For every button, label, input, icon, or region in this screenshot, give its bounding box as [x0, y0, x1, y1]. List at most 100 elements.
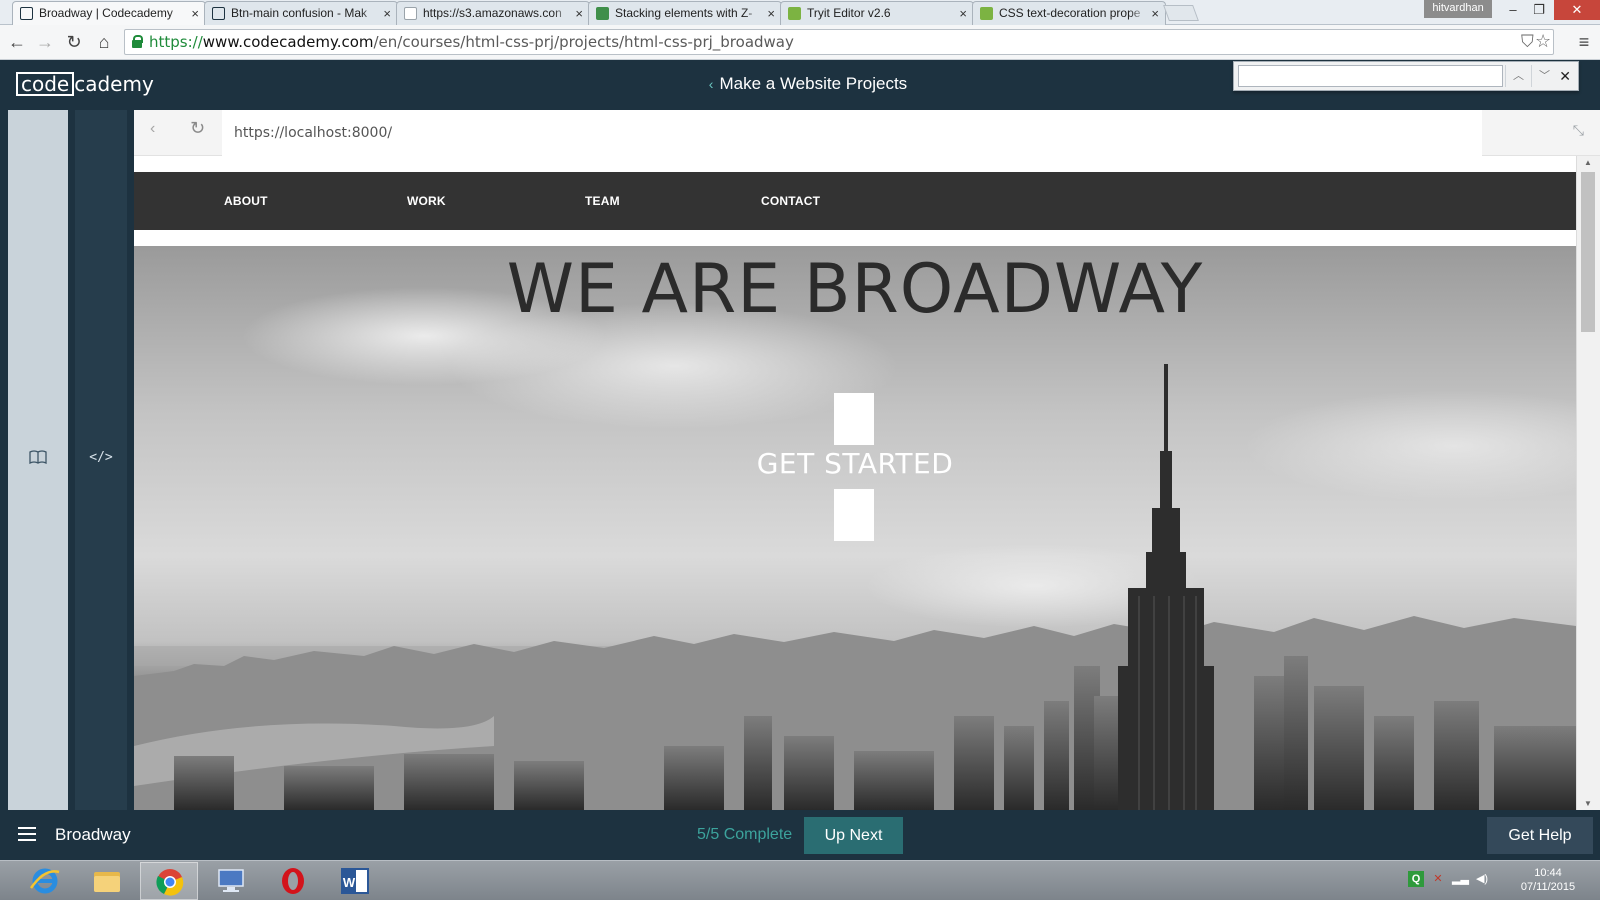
svg-text:W: W — [343, 875, 356, 890]
browser-tab-stacking[interactable]: Stacking elements with Z- × — [588, 1, 782, 25]
profile-name-badge[interactable]: hitvardhan — [1424, 0, 1492, 18]
folder-icon — [94, 872, 120, 892]
nav-link-about[interactable]: ABOUT — [224, 172, 268, 230]
hero-title: WE ARE BROADWAY — [506, 250, 1204, 329]
taskbar-internet-explorer[interactable] — [16, 862, 74, 900]
chrome-icon — [156, 869, 184, 896]
tab-title: https://s3.amazonaws.con — [423, 6, 562, 20]
w3schools-favicon-icon — [788, 7, 801, 20]
codecademy-favicon-icon — [212, 7, 225, 20]
code-editor-rail[interactable]: </> — [75, 110, 127, 810]
tab-title: Stacking elements with Z- — [615, 6, 753, 20]
shield-extension-icon[interactable]: ⛉ — [1521, 30, 1534, 54]
tab-title: Btn-main confusion - Mak — [231, 6, 368, 20]
quick-heal-icon[interactable]: Q — [1408, 871, 1424, 887]
reload-icon[interactable]: ↻ — [62, 29, 86, 55]
find-close-icon[interactable]: ✕ — [1559, 65, 1571, 87]
browser-tab-css-text-decoration[interactable]: CSS text-decoration prope × — [972, 1, 1166, 25]
preview-url-field[interactable]: https://localhost:8000/ — [222, 110, 1482, 156]
chrome-menu-icon[interactable]: ≡ — [1572, 29, 1596, 55]
new-tab-button[interactable] — [1163, 5, 1199, 21]
scroll-down-icon[interactable]: ▼ — [1584, 799, 1592, 808]
project-name: Broadway — [55, 825, 131, 844]
nav-link-contact[interactable]: CONTACT — [761, 172, 820, 230]
windows-taskbar: W Q ✕ ▂▃ ◀) 10:44 07/11/2015 — [0, 860, 1600, 900]
word-icon: W — [341, 868, 369, 894]
preview-reload-icon[interactable]: ↻ — [190, 118, 205, 139]
browser-toolbar: ← → ↻ ⌂ https://www.codecademy.com/en/co… — [0, 25, 1600, 60]
tab-close-icon[interactable]: × — [1151, 2, 1159, 25]
find-previous-icon[interactable]: ︿ — [1505, 65, 1531, 87]
find-input[interactable] — [1238, 65, 1503, 87]
internet-explorer-icon — [29, 868, 60, 894]
secure-lock-icon — [132, 35, 143, 48]
clock-time: 10:44 — [1534, 867, 1562, 879]
preview-toolbar: ‹ ↻ https://localhost:8000/ ⤡ — [134, 110, 1600, 156]
instructions-rail[interactable] — [8, 110, 68, 810]
tab-close-icon[interactable]: × — [767, 2, 775, 25]
scrollbar-thumb[interactable] — [1581, 172, 1595, 332]
menu-icon[interactable] — [18, 827, 36, 841]
forward-arrow-icon[interactable]: → — [33, 29, 57, 55]
tab-close-icon[interactable]: × — [959, 2, 967, 25]
tab-close-icon[interactable]: × — [383, 2, 391, 25]
page-favicon-icon — [404, 7, 417, 20]
tab-title: Broadway | Codecademy — [39, 6, 173, 20]
url-host: www.codecademy.com — [202, 33, 374, 51]
book-icon[interactable] — [8, 450, 68, 467]
url-path: /en/courses/html-css-prj/projects/html-c… — [373, 33, 794, 51]
tab-close-icon[interactable]: × — [575, 2, 583, 25]
window-close-icon[interactable]: ✕ — [1554, 0, 1600, 20]
network-error-icon[interactable]: ✕ — [1430, 871, 1446, 887]
get-help-button[interactable]: Get Help — [1487, 817, 1593, 854]
taskbar-remote-desktop[interactable] — [202, 862, 260, 900]
get-started-button[interactable]: GET STARTED — [134, 447, 1576, 480]
scroll-up-icon[interactable]: ▲ — [1584, 158, 1592, 167]
code-icon[interactable]: </> — [75, 450, 127, 465]
taskbar-opera[interactable] — [264, 862, 322, 900]
browser-tab-broadway[interactable]: Broadway | Codecademy × — [12, 1, 206, 25]
up-next-button[interactable]: Up Next — [804, 817, 903, 854]
cta-padding-block-bottom — [834, 489, 874, 541]
taskbar-file-explorer[interactable] — [78, 862, 136, 900]
volume-icon[interactable]: ◀) — [1474, 871, 1490, 887]
bookmark-star-icon[interactable]: ☆ — [1535, 30, 1551, 54]
taskbar-chrome[interactable] — [140, 862, 198, 900]
collapse-icon[interactable]: ⤡ — [1573, 122, 1584, 139]
clock-date: 07/11/2015 — [1520, 881, 1576, 893]
restore-icon[interactable]: ❐ — [1526, 0, 1552, 20]
find-in-page-bar: ︿ ﹀ ✕ — [1233, 61, 1579, 91]
w3schools-favicon-icon — [980, 7, 993, 20]
tab-close-icon[interactable]: × — [191, 2, 199, 25]
preview-scrollbar[interactable]: ▲ ▼ — [1576, 156, 1600, 810]
hero-section: WE ARE BROADWAY GET STARTED — [134, 246, 1576, 810]
home-icon[interactable]: ⌂ — [92, 29, 116, 55]
cta-padding-block-top — [834, 393, 874, 445]
minimize-icon[interactable]: – — [1500, 0, 1526, 20]
remote-desktop-icon — [218, 869, 244, 892]
nav-link-team[interactable]: TEAM — [585, 172, 620, 230]
url-scheme: https:// — [149, 33, 203, 51]
browser-preview: ‹ ↻ https://localhost:8000/ ⤡ ABOUT WORK… — [134, 110, 1600, 810]
browser-tab-s3[interactable]: https://s3.amazonaws.con × — [396, 1, 590, 25]
site-nav: ABOUT WORK TEAM CONTACT — [134, 172, 1576, 230]
browser-tab-strip: Broadway | Codecademy × Btn-main confusi… — [0, 0, 1600, 25]
tab-title: Tryit Editor v2.6 — [807, 6, 891, 20]
browser-tab-btn-main[interactable]: Btn-main confusion - Mak × — [204, 1, 398, 25]
signal-icon[interactable]: ▂▃ — [1452, 871, 1469, 887]
chevron-left-icon: ‹ — [708, 76, 714, 92]
browser-tab-tryit[interactable]: Tryit Editor v2.6 × — [780, 1, 974, 25]
opera-icon — [282, 868, 304, 894]
codecademy-favicon-icon — [20, 7, 33, 20]
tab-title: CSS text-decoration prope — [999, 6, 1141, 20]
find-next-icon[interactable]: ﹀ — [1531, 65, 1557, 87]
taskbar-clock[interactable]: 10:44 07/11/2015 — [1508, 866, 1588, 894]
progress-status: 5/5 Complete — [697, 826, 793, 843]
taskbar-word[interactable]: W — [326, 862, 384, 900]
codecademy-footer: Broadway 5/5 Complete Up Next Get Help — [0, 810, 1600, 860]
address-bar[interactable]: https://www.codecademy.com/en/courses/ht… — [124, 29, 1554, 55]
sheet-favicon-icon — [596, 7, 609, 20]
nav-link-work[interactable]: WORK — [407, 172, 446, 230]
preview-back-icon[interactable]: ‹ — [150, 120, 155, 138]
back-arrow-icon[interactable]: ← — [5, 29, 29, 55]
